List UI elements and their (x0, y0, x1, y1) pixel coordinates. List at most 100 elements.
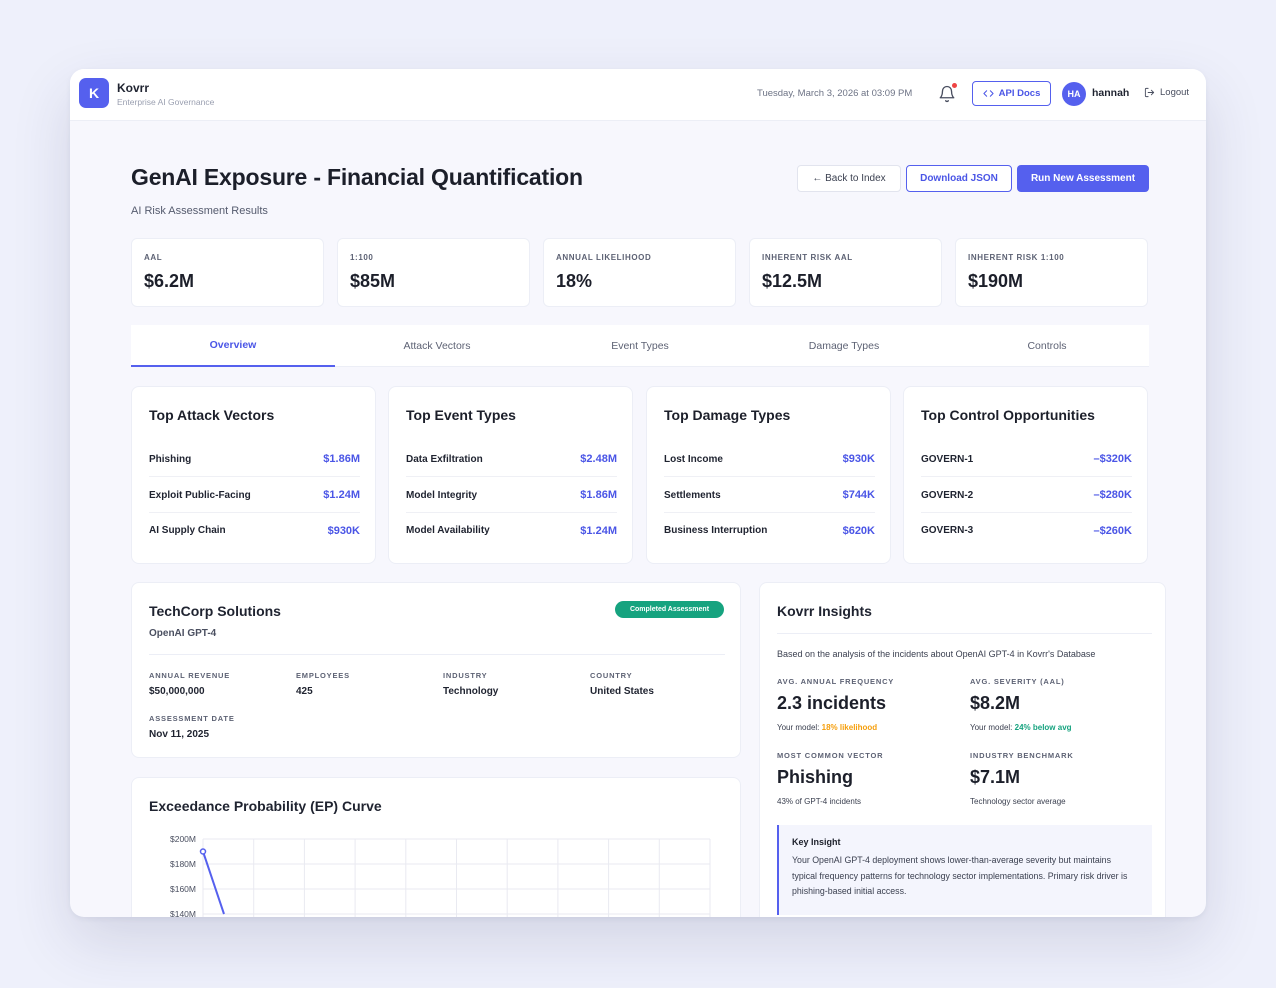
divider (149, 654, 725, 655)
item-name: AI Supply Chain (149, 525, 226, 536)
tab-controls[interactable]: Controls (945, 325, 1149, 367)
assessment-date-label: ASSESSMENT DATE (149, 714, 235, 723)
list-item: Business Interruption $620K (664, 513, 875, 548)
metric-value: $12.5M (762, 271, 823, 291)
item-value: $1.86M (323, 453, 360, 465)
employees-label: EMPLOYEES (296, 671, 350, 680)
item-name: Exploit Public-Facing (149, 489, 251, 501)
metric-label: ANNUAL LIKELIHOOD (556, 253, 652, 262)
metric-card-aal: AAL $6.2M (131, 238, 324, 307)
industry-label: INDUSTRY (443, 671, 488, 680)
item-name: Data Exfiltration (406, 453, 483, 465)
run-new-assessment-button[interactable]: Run New Assessment (1017, 165, 1149, 192)
severity-highlight: 24% below avg (1014, 723, 1072, 732)
item-name: Phishing (149, 453, 192, 465)
tab-overview[interactable]: Overview (131, 325, 335, 367)
insights-title: Kovrr Insights (777, 603, 872, 619)
avg-severity-label: AVG. SEVERITY (AAL) (970, 677, 1065, 686)
list-item: Settlements $744K (664, 478, 875, 513)
divider (777, 633, 1152, 634)
item-value: –$320K (1093, 453, 1132, 465)
list-item: Model Availability $1.24M (406, 513, 617, 548)
ep-data-point[interactable] (199, 848, 207, 855)
top-control-opportunities-card: Top Control Opportunities GOVERN-1 –$320… (903, 386, 1148, 564)
tab-attack-vectors[interactable]: Attack Vectors (335, 325, 539, 367)
common-vector-note: 43% of GPT-4 incidents (777, 797, 862, 806)
download-json-button[interactable]: Download JSON (906, 165, 1012, 192)
back-to-index-button[interactable]: ← Back to Index (797, 165, 901, 192)
logo[interactable]: K (79, 78, 109, 108)
ep-series-line (202, 851, 225, 915)
avg-frequency-label: AVG. ANNUAL FREQUENCY (777, 677, 895, 686)
revenue-value: $50,000,000 (149, 686, 205, 697)
list-item: Lost Income $930K (664, 442, 875, 477)
app-window: K Kovrr Enterprise AI Governance Tuesday… (70, 69, 1206, 917)
logout-label: Logout (1160, 87, 1190, 98)
brand-name: Kovrr (117, 81, 150, 95)
y-tick-label: $140M (170, 909, 196, 917)
item-value: $930K (842, 453, 875, 465)
avatar[interactable]: HA (1062, 82, 1086, 106)
card-title: Top Damage Types (664, 407, 791, 423)
metric-value: $6.2M (144, 271, 195, 291)
country-value: United States (590, 686, 654, 697)
kovrr-insights-card: Kovrr Insights Based on the analysis of … (759, 582, 1166, 917)
key-insight-title: Key Insight (792, 837, 841, 847)
item-value: –$260K (1093, 524, 1132, 537)
item-value: $744K (842, 489, 875, 501)
list-item: GOVERN-2 –$280K (921, 478, 1132, 513)
item-name: Model Integrity (406, 489, 478, 501)
metric-card-inherent-risk-1-100: INHERENT RISK 1:100 $190M (955, 238, 1148, 307)
list-item: GOVERN-1 –$320K (921, 442, 1132, 477)
item-name: GOVERN-3 (921, 525, 974, 536)
card-title: Top Control Opportunities (921, 407, 1095, 423)
industry-benchmark-value: $7.1M (970, 767, 1021, 787)
item-name: GOVERN-2 (921, 489, 974, 501)
username[interactable]: hannah (1092, 87, 1129, 99)
country-label: COUNTRY (590, 671, 633, 680)
top-event-types-card: Top Event Types Data Exfiltration $2.48M… (388, 386, 633, 564)
item-name: Settlements (664, 489, 721, 501)
logout-button[interactable]: Logout (1144, 87, 1189, 98)
top-attack-vectors-card: Top Attack Vectors Phishing $1.86M Explo… (131, 386, 376, 564)
item-value: $1.24M (580, 524, 617, 537)
list-item: Data Exfiltration $2.48M (406, 442, 617, 477)
revenue-label: ANNUAL REVENUE (149, 671, 231, 680)
metric-value: $85M (350, 271, 396, 291)
api-docs-button[interactable]: API Docs (972, 81, 1051, 106)
current-datetime: Tuesday, March 3, 2026 at 03:09 PM (757, 88, 913, 99)
common-vector-label: MOST COMMON VECTOR (777, 751, 884, 760)
item-name: Model Availability (406, 525, 490, 536)
brand-subtitle: Enterprise AI Governance (117, 97, 215, 107)
item-name: Business Interruption (664, 525, 768, 536)
metric-value: 18% (556, 271, 593, 291)
assessment-date-value: Nov 11, 2025 (149, 729, 210, 740)
card-title: Top Event Types (406, 407, 516, 423)
tab-event-types[interactable]: Event Types (538, 325, 742, 367)
avg-severity-note: Your model: 24% below avg (970, 723, 1072, 732)
employees-value: 425 (296, 686, 313, 697)
ep-curve-card: Exceedance Probability (EP) Curve $200M $… (131, 777, 741, 917)
page-title: GenAI Exposure - Financial Quantificatio… (131, 164, 583, 190)
avg-frequency-note: Your model: 18% likelihood (777, 723, 877, 732)
avg-frequency-value: 2.3 incidents (777, 693, 887, 713)
metric-card-inherent-risk-aal: INHERENT RISK AAL $12.5M (749, 238, 942, 307)
list-item: GOVERN-3 –$260K (921, 513, 1132, 548)
item-value: $620K (842, 524, 875, 537)
page-subtitle: AI Risk Assessment Results (131, 205, 268, 217)
metric-label: 1:100 (350, 253, 374, 262)
item-value: $1.24M (323, 489, 360, 501)
tab-damage-types[interactable]: Damage Types (742, 325, 946, 367)
list-item: Exploit Public-Facing $1.24M (149, 478, 360, 513)
avg-severity-value: $8.2M (970, 693, 1021, 713)
metric-card-1-100: 1:100 $85M (337, 238, 530, 307)
metric-value: $190M (968, 271, 1024, 291)
company-model: OpenAI GPT-4 (149, 628, 217, 639)
card-title: Top Attack Vectors (149, 407, 275, 423)
list-item: Model Integrity $1.86M (406, 478, 617, 513)
tab-bar: Overview Attack Vectors Event Types Dama… (131, 325, 1149, 367)
company-profile-card: TechCorp Solutions OpenAI GPT-4 Complete… (131, 582, 741, 758)
key-insight-callout: Key Insight Your OpenAI GPT-4 deployment… (777, 825, 1152, 915)
list-item: AI Supply Chain $930K (149, 513, 360, 548)
metric-card-annual-likelihood: ANNUAL LIKELIHOOD 18% (543, 238, 736, 307)
